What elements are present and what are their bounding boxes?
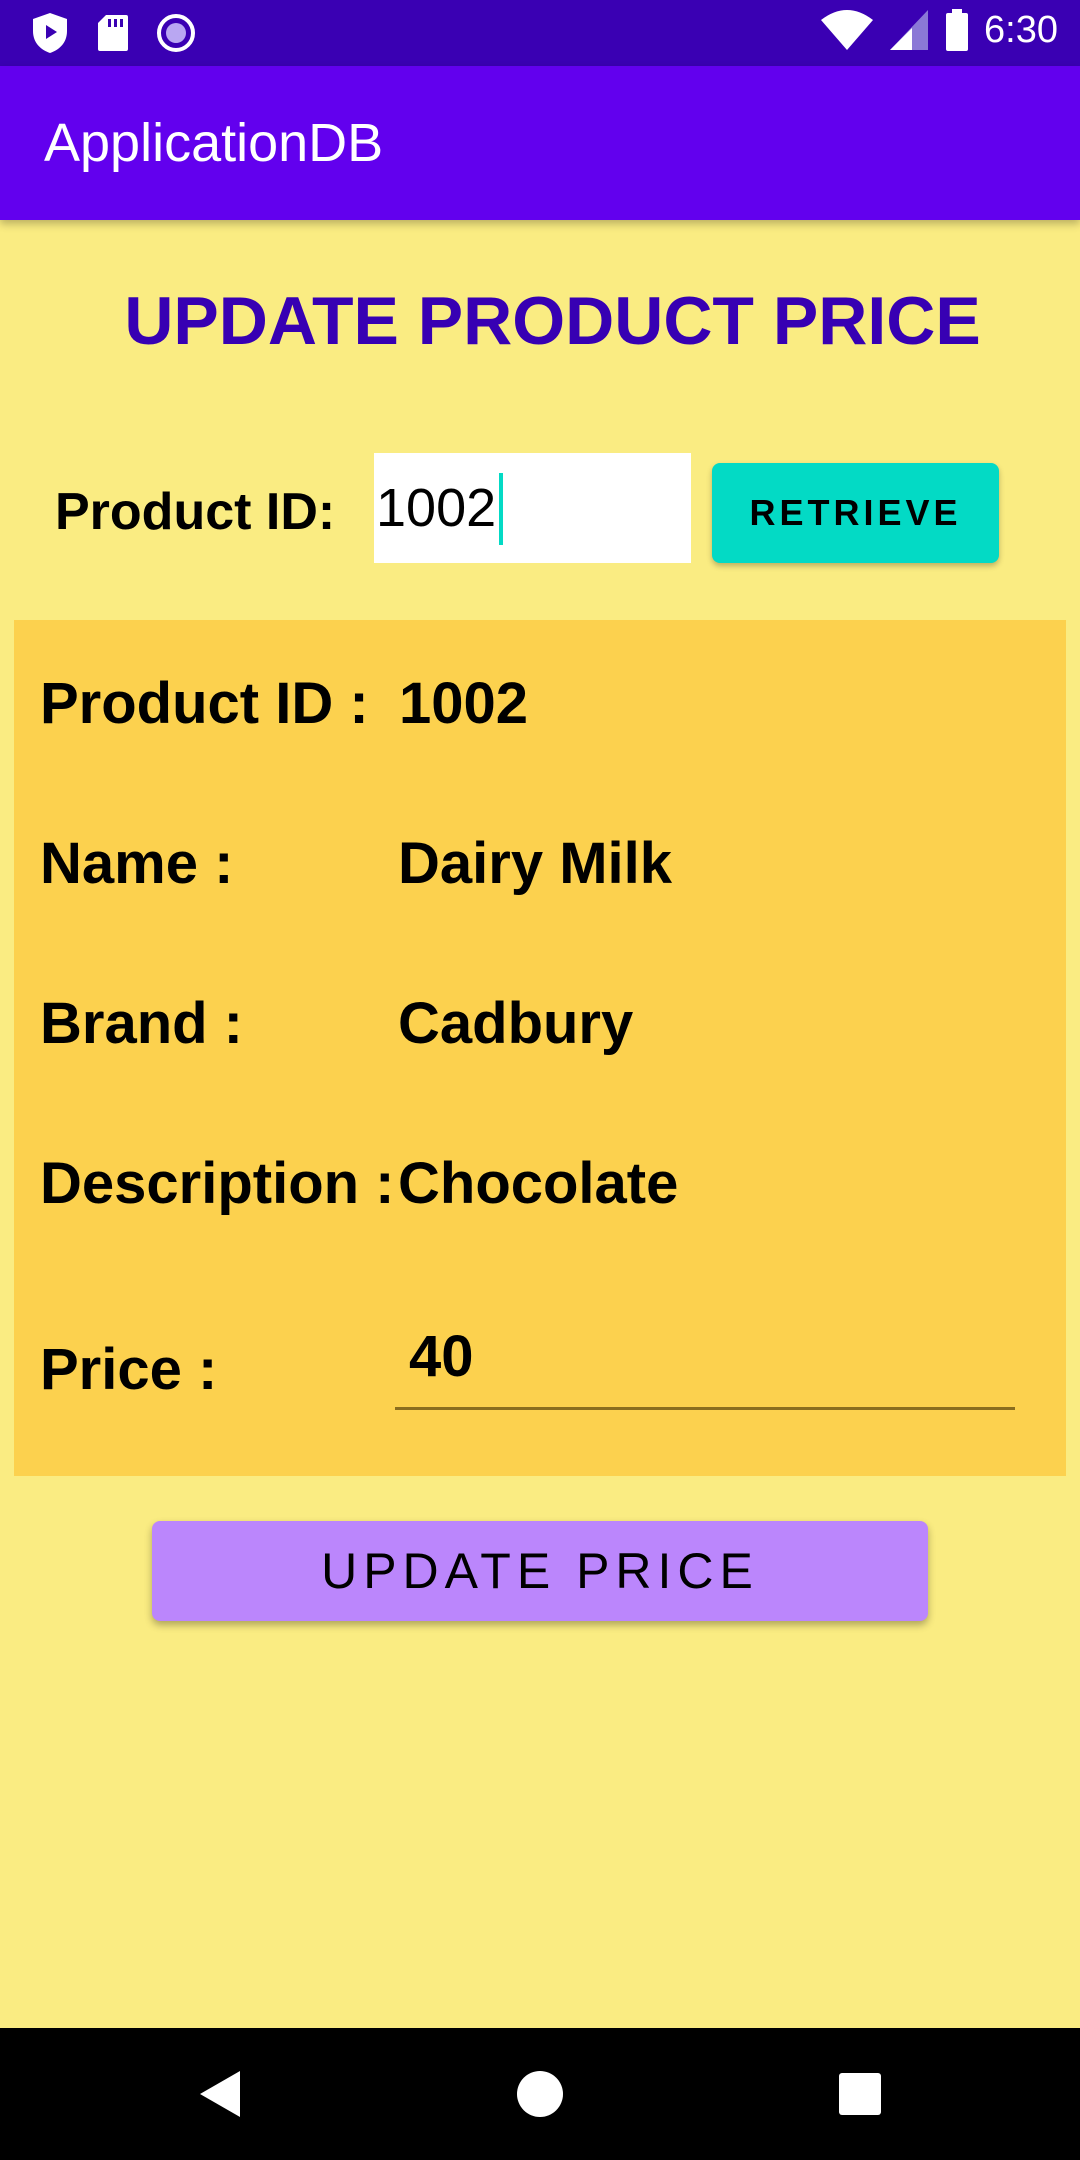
status-right-icons: 6:30	[820, 8, 1058, 52]
status-left-icons	[30, 11, 196, 55]
status-time: 6:30	[984, 8, 1058, 51]
retrieve-button[interactable]: RETRIEVE	[712, 463, 999, 563]
recents-icon	[839, 2073, 881, 2115]
detail-name-label: Name :	[40, 831, 234, 896]
battery-icon	[946, 9, 969, 51]
detail-product-id-label: Product ID :	[40, 671, 369, 736]
recents-button[interactable]	[794, 2028, 926, 2160]
record-icon	[157, 14, 195, 52]
detail-name-value: Dairy Milk	[398, 831, 672, 896]
back-icon	[200, 2071, 240, 2117]
detail-description-label: Description :	[40, 1151, 395, 1216]
back-button[interactable]	[155, 2028, 287, 2160]
status-bar: 6:30	[0, 0, 1080, 66]
product-id-input[interactable]	[374, 453, 691, 563]
price-input[interactable]	[395, 1306, 1015, 1410]
app-bar: ApplicationDB	[0, 66, 1080, 220]
detail-brand-label: Brand :	[40, 991, 243, 1056]
home-button[interactable]	[474, 2028, 606, 2160]
text-cursor	[499, 473, 503, 545]
detail-description-value: Chocolate	[398, 1151, 679, 1216]
wifi-icon	[821, 10, 874, 50]
navigation-bar	[0, 2028, 1080, 2160]
app-title: ApplicationDB	[44, 113, 384, 173]
detail-product-id-value: 1002	[399, 671, 529, 736]
update-price-button[interactable]: UPDATE PRICE	[152, 1521, 928, 1621]
detail-price-label: Price :	[40, 1337, 218, 1402]
shield-icon	[33, 13, 67, 53]
sd-card-icon	[98, 15, 128, 51]
page-heading: UPDATE PRODUCT PRICE	[124, 283, 981, 359]
home-icon	[517, 2071, 563, 2117]
signal-icon	[890, 10, 929, 50]
detail-brand-value: Cadbury	[398, 991, 634, 1056]
product-id-label: Product ID:	[55, 483, 336, 541]
